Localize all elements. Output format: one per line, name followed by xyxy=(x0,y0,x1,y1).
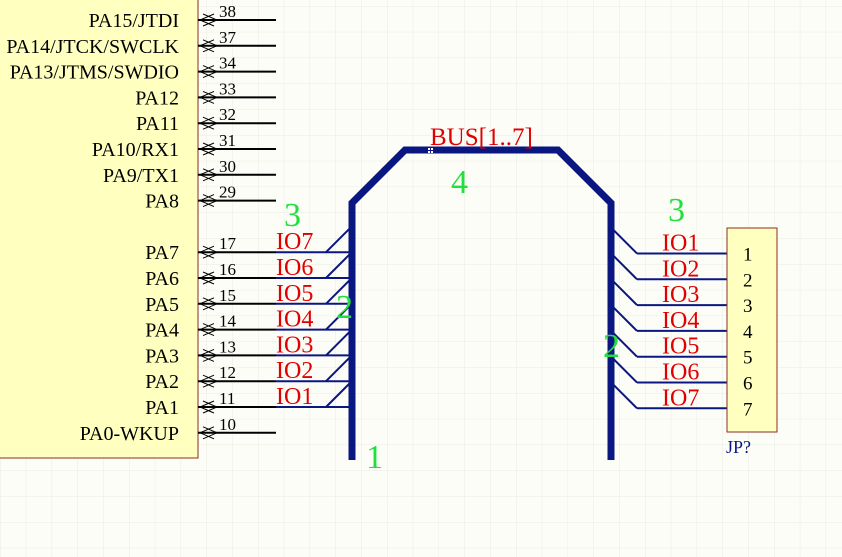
pin-name: PA12 xyxy=(135,87,179,109)
net-label[interactable]: IO7 xyxy=(662,385,699,411)
pin-name: PA14/JTCK/SWCLK xyxy=(6,36,179,58)
bus-label[interactable]: BUS[1..7] xyxy=(430,124,533,151)
pin-name: PA3 xyxy=(145,345,179,367)
connector-pin[interactable]: 5 xyxy=(743,348,753,369)
pin-number: 38 xyxy=(219,2,236,21)
pin-number: 29 xyxy=(219,183,236,202)
net-label[interactable]: IO6 xyxy=(662,360,699,386)
pin-name: PA10/RX1 xyxy=(92,139,179,161)
net-label[interactable]: IO2 xyxy=(276,358,313,384)
schematic-canvas: PA15/JTDI 38PA14/JTCK/SWCLK 37PA13/JTMS/SW… xyxy=(0,0,842,557)
net-label[interactable]: IO4 xyxy=(276,307,313,333)
pin-name: PA1 xyxy=(145,397,179,419)
annotation-2-right: 2 xyxy=(603,328,620,365)
connector-designator[interactable]: JP? xyxy=(726,437,751,457)
pin-name: PA11 xyxy=(136,113,179,135)
pin-number: 32 xyxy=(219,105,236,124)
annotation-2-left: 2 xyxy=(336,289,353,326)
connector-pin-number: 1 xyxy=(743,245,753,266)
pin-name: PA7 xyxy=(145,242,179,264)
connector-pin-number: 4 xyxy=(743,322,753,343)
net-label[interactable]: IO1 xyxy=(662,231,699,257)
net-label[interactable]: IO5 xyxy=(662,334,699,360)
connector-pin-number: 7 xyxy=(743,399,753,420)
connector-pin[interactable]: 4 xyxy=(743,322,753,343)
annotation-4: 4 xyxy=(451,164,468,201)
pin-number: 11 xyxy=(219,389,235,408)
pin-number: 14 xyxy=(219,312,237,331)
connector-pin-number: 3 xyxy=(743,296,753,317)
annotation-3-left: 3 xyxy=(284,197,301,234)
pin-name: PA4 xyxy=(145,320,179,342)
pin-number: 17 xyxy=(219,234,237,253)
net-label[interactable]: IO3 xyxy=(662,282,699,308)
pin-name: PA15/JTDI xyxy=(89,10,179,32)
connector-pin-number: 2 xyxy=(743,270,753,291)
pin-number: 13 xyxy=(219,337,236,356)
pin-number: 10 xyxy=(219,415,236,434)
connector-pin[interactable]: 3 xyxy=(743,296,753,317)
annotation-1: 1 xyxy=(366,439,383,476)
connector-pin-number: 6 xyxy=(743,374,753,395)
pin-number: 30 xyxy=(219,157,236,176)
pin-name: PA9/TX1 xyxy=(103,165,179,187)
net-label[interactable]: IO2 xyxy=(662,256,699,282)
pin-number: 16 xyxy=(219,260,236,279)
connector-pin-number: 5 xyxy=(743,348,753,369)
connector-pin[interactable]: 7 xyxy=(743,399,753,420)
pin-name: PA2 xyxy=(145,371,179,393)
net-label[interactable]: IO3 xyxy=(276,332,313,358)
net-label[interactable]: IO1 xyxy=(276,384,313,410)
connector-pin[interactable]: 2 xyxy=(743,270,753,291)
net-label[interactable]: IO5 xyxy=(276,281,313,307)
pin-name: PA0-WKUP xyxy=(80,423,179,445)
net-label[interactable]: IO6 xyxy=(276,255,313,281)
pin-number: 33 xyxy=(219,79,236,98)
connector-pin[interactable]: 6 xyxy=(743,374,753,395)
net-label[interactable]: IO4 xyxy=(662,308,699,334)
annotation-3-right: 3 xyxy=(668,192,685,229)
pin-number: 34 xyxy=(219,54,237,73)
connector-pin[interactable]: 1 xyxy=(743,245,753,266)
pin-number: 37 xyxy=(219,28,237,47)
pin-name: PA5 xyxy=(145,294,179,316)
pin-name: PA13/JTMS/SWDIO xyxy=(10,62,179,84)
pin-number: 31 xyxy=(219,131,236,150)
pin-number: 15 xyxy=(219,286,236,305)
pin-number: 12 xyxy=(219,363,236,382)
pin-name: PA8 xyxy=(145,191,179,213)
pin-name: PA6 xyxy=(145,268,179,290)
connector-pins: 1 2 3 4 5 6 7 xyxy=(743,245,753,421)
